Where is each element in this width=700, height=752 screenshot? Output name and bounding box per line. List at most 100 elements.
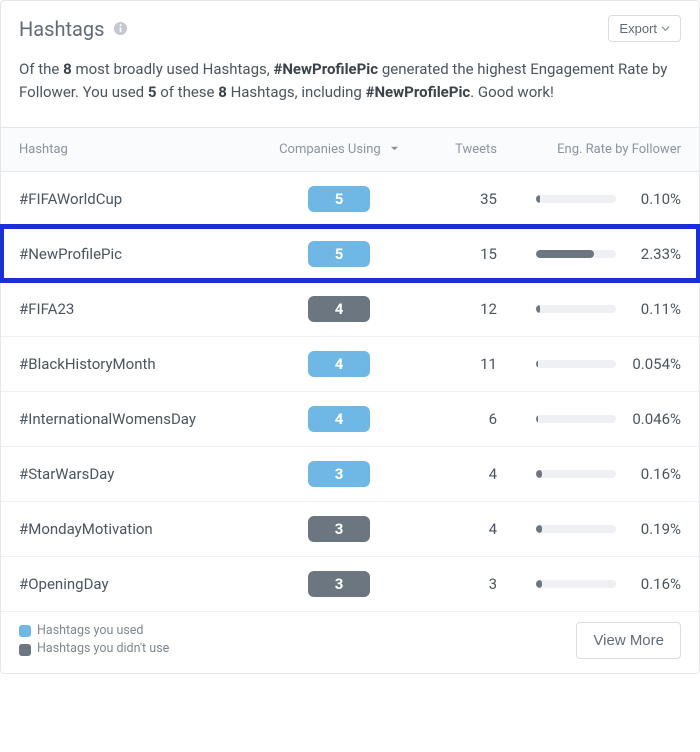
card-footer: Hashtags you used Hashtags you didn't us… — [1, 612, 699, 674]
cell-companies: 3 — [259, 446, 419, 501]
summary-total: 8 — [63, 60, 72, 78]
col-header-rate[interactable]: Eng. Rate by Follower — [509, 127, 699, 171]
rate-value: 0.054% — [626, 355, 681, 373]
cell-companies: 5 — [259, 226, 419, 281]
cell-rate: 0.11% — [509, 281, 699, 336]
export-label: Export — [619, 21, 657, 36]
cell-hashtag: #StarWarsDay — [1, 446, 259, 501]
legend-notused-label: Hashtags you didn't use — [37, 640, 169, 659]
cell-rate: 0.054% — [509, 336, 699, 391]
pill-used: 5 — [308, 186, 370, 212]
cell-companies: 3 — [259, 556, 419, 611]
legend: Hashtags you used Hashtags you didn't us… — [19, 622, 169, 660]
swatch-used-icon — [19, 625, 31, 637]
cell-hashtag: #BlackHistoryMonth — [1, 336, 259, 391]
table-header-row: Hashtag Companies Using Tweets Eng. Rate… — [1, 127, 699, 171]
rate-value: 0.10% — [626, 190, 681, 208]
rate-bar-fill — [536, 470, 542, 478]
summary-top-hashtag: #NewProfilePic — [273, 60, 378, 78]
col-header-label: Eng. Rate by Follower — [557, 142, 681, 157]
table-row[interactable]: #StarWarsDay 3 4 0.16% — [1, 446, 699, 501]
chevron-down-icon — [661, 21, 670, 36]
cell-tweets: 15 — [419, 226, 509, 281]
rate-bar — [536, 250, 616, 258]
cell-hashtag: #InternationalWomensDay — [1, 391, 259, 446]
rate-bar — [536, 470, 616, 478]
pill-used: 5 — [308, 241, 370, 267]
pill-used: 4 — [308, 406, 370, 432]
sort-desc-icon — [390, 142, 399, 157]
table-row[interactable]: #FIFA234120.11% — [1, 281, 699, 336]
cell-tweets: 6 — [419, 391, 509, 446]
rate-value: 0.11% — [626, 300, 681, 318]
cell-companies: 4 — [259, 281, 419, 336]
summary-total2: 8 — [218, 83, 227, 101]
legend-used: Hashtags you used — [19, 622, 169, 641]
hashtags-card: Hashtags Export Of the 8 most broadly us… — [0, 0, 700, 674]
view-more-button[interactable]: View More — [576, 622, 681, 659]
swatch-notused-icon — [19, 644, 31, 656]
pill-notused: 3 — [308, 516, 370, 542]
col-header-companies[interactable]: Companies Using — [259, 127, 419, 171]
table-row[interactable]: #NewProfilePic 5 15 2.33% — [1, 226, 699, 281]
rate-bar-fill — [536, 250, 594, 258]
rate-bar-fill — [536, 305, 540, 313]
cell-hashtag: #MondayMotivation — [1, 501, 259, 556]
pill-used: 4 — [308, 351, 370, 377]
rate-bar-fill — [536, 360, 538, 368]
export-button[interactable]: Export — [608, 15, 681, 42]
summary-fragment: of these — [156, 83, 218, 101]
rate-value: 0.16% — [626, 575, 681, 593]
rate-value: 0.16% — [626, 465, 681, 483]
rate-bar — [536, 415, 616, 423]
card-title: Hashtags — [19, 17, 104, 41]
cell-tweets: 11 — [419, 336, 509, 391]
cell-rate: 0.10% — [509, 171, 699, 226]
cell-tweets: 4 — [419, 446, 509, 501]
summary-fragment: . Good work! — [470, 83, 554, 101]
table-row[interactable]: #FIFAWorldCup5350.10% — [1, 171, 699, 226]
card-title-wrap: Hashtags — [19, 17, 128, 41]
cell-rate: 2.33% — [509, 226, 699, 281]
cell-companies: 4 — [259, 336, 419, 391]
pill-used: 3 — [308, 461, 370, 487]
rate-bar-fill — [536, 580, 542, 588]
cell-rate: 0.19% — [509, 501, 699, 556]
cell-companies: 3 — [259, 501, 419, 556]
rate-bar-fill — [536, 195, 540, 203]
summary-top-hashtag2: #NewProfilePic — [366, 83, 471, 101]
rate-bar — [536, 360, 616, 368]
rate-value: 0.19% — [626, 520, 681, 538]
legend-used-label: Hashtags you used — [37, 622, 143, 641]
rate-value: 2.33% — [626, 245, 681, 263]
col-header-hashtag[interactable]: Hashtag — [1, 127, 259, 171]
hashtags-table: Hashtag Companies Using Tweets Eng. Rate… — [1, 127, 699, 612]
cell-hashtag: #NewProfilePic — [1, 226, 259, 281]
cell-rate: 0.16% — [509, 556, 699, 611]
cell-hashtag: #OpeningDay — [1, 556, 259, 611]
pill-notused: 4 — [308, 296, 370, 322]
summary-fragment: Of the — [19, 60, 63, 78]
col-header-tweets[interactable]: Tweets — [419, 127, 509, 171]
summary-fragment: most broadly used Hashtags, — [72, 60, 274, 78]
col-header-label: Tweets — [455, 142, 497, 157]
table-row[interactable]: #InternationalWomensDay 4 6 0.046% — [1, 391, 699, 446]
cell-rate: 0.046% — [509, 391, 699, 446]
cell-companies: 5 — [259, 171, 419, 226]
table-row[interactable]: #BlackHistoryMonth 4 11 0.054% — [1, 336, 699, 391]
rate-value: 0.046% — [626, 410, 681, 428]
rate-bar — [536, 195, 616, 203]
info-icon[interactable] — [112, 21, 128, 37]
cell-tweets: 12 — [419, 281, 509, 336]
pill-notused: 3 — [308, 571, 370, 597]
cell-tweets: 35 — [419, 171, 509, 226]
rate-bar-fill — [536, 525, 542, 533]
col-header-label: Hashtag — [19, 142, 68, 157]
cell-rate: 0.16% — [509, 446, 699, 501]
table-row[interactable]: #OpeningDay330.16% — [1, 556, 699, 611]
rate-bar-fill — [536, 415, 538, 423]
table-row[interactable]: #MondayMotivation340.19% — [1, 501, 699, 556]
summary-fragment: Hashtags, including — [227, 83, 366, 101]
col-header-label: Companies Using — [279, 142, 381, 157]
rate-bar — [536, 305, 616, 313]
